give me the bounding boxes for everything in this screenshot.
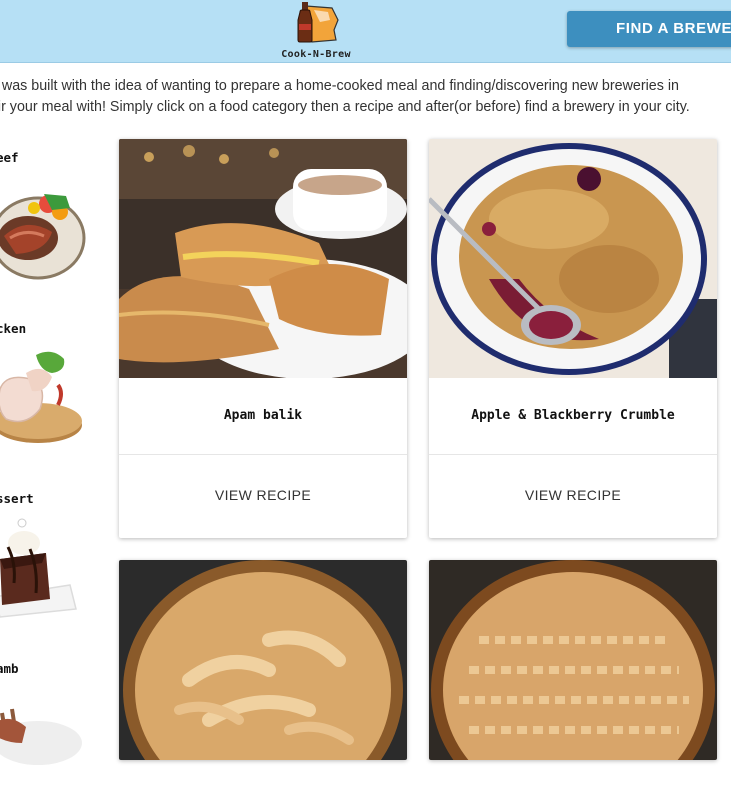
recipe-card[interactable]: Apam balik VIEW RECIPE — [119, 139, 407, 538]
category-label: cken — [0, 321, 27, 336]
intro-line-2: pair your meal with! Simply click on a f… — [0, 99, 690, 115]
cook-n-brew-logo[interactable]: Cook-N-Brew — [268, 0, 364, 62]
recipe-card[interactable] — [429, 560, 717, 760]
category-label: amb — [0, 661, 19, 676]
find-brewery-button[interactable]: FIND A BREWERY — [567, 11, 731, 47]
beef-dish-image — [0, 194, 86, 280]
recipe-card[interactable] — [119, 560, 407, 760]
intro-line-1: on was built with the idea of wanting to… — [0, 78, 679, 94]
apple-blackberry-crumble-image — [429, 139, 717, 378]
lamb-dish-image — [0, 708, 82, 765]
logo-text: Cook-N-Brew — [281, 49, 351, 60]
dessert-dish-image — [0, 518, 77, 618]
category-label: ssert — [0, 491, 34, 506]
recipe-card[interactable]: Apple & Blackberry Crumble VIEW RECIPE — [429, 139, 717, 538]
apam-balik-image — [119, 139, 407, 378]
chicken-dish-image — [0, 351, 82, 443]
top-navbar: Cook-N-Brew FIND A BREWERY — [0, 0, 731, 63]
almond-tart-image — [429, 560, 717, 760]
logo-bottle-map-icon — [297, 2, 339, 43]
category-label: eef — [0, 150, 19, 165]
recipe-title: Apam balik — [119, 378, 407, 455]
view-recipe-button[interactable]: VIEW RECIPE — [119, 455, 407, 538]
recipe-title: Apple & Blackberry Crumble — [429, 378, 717, 455]
intro-text: on was built with the idea of wanting to… — [0, 76, 731, 118]
apple-tart-image — [119, 560, 407, 760]
view-recipe-button[interactable]: VIEW RECIPE — [429, 455, 717, 538]
